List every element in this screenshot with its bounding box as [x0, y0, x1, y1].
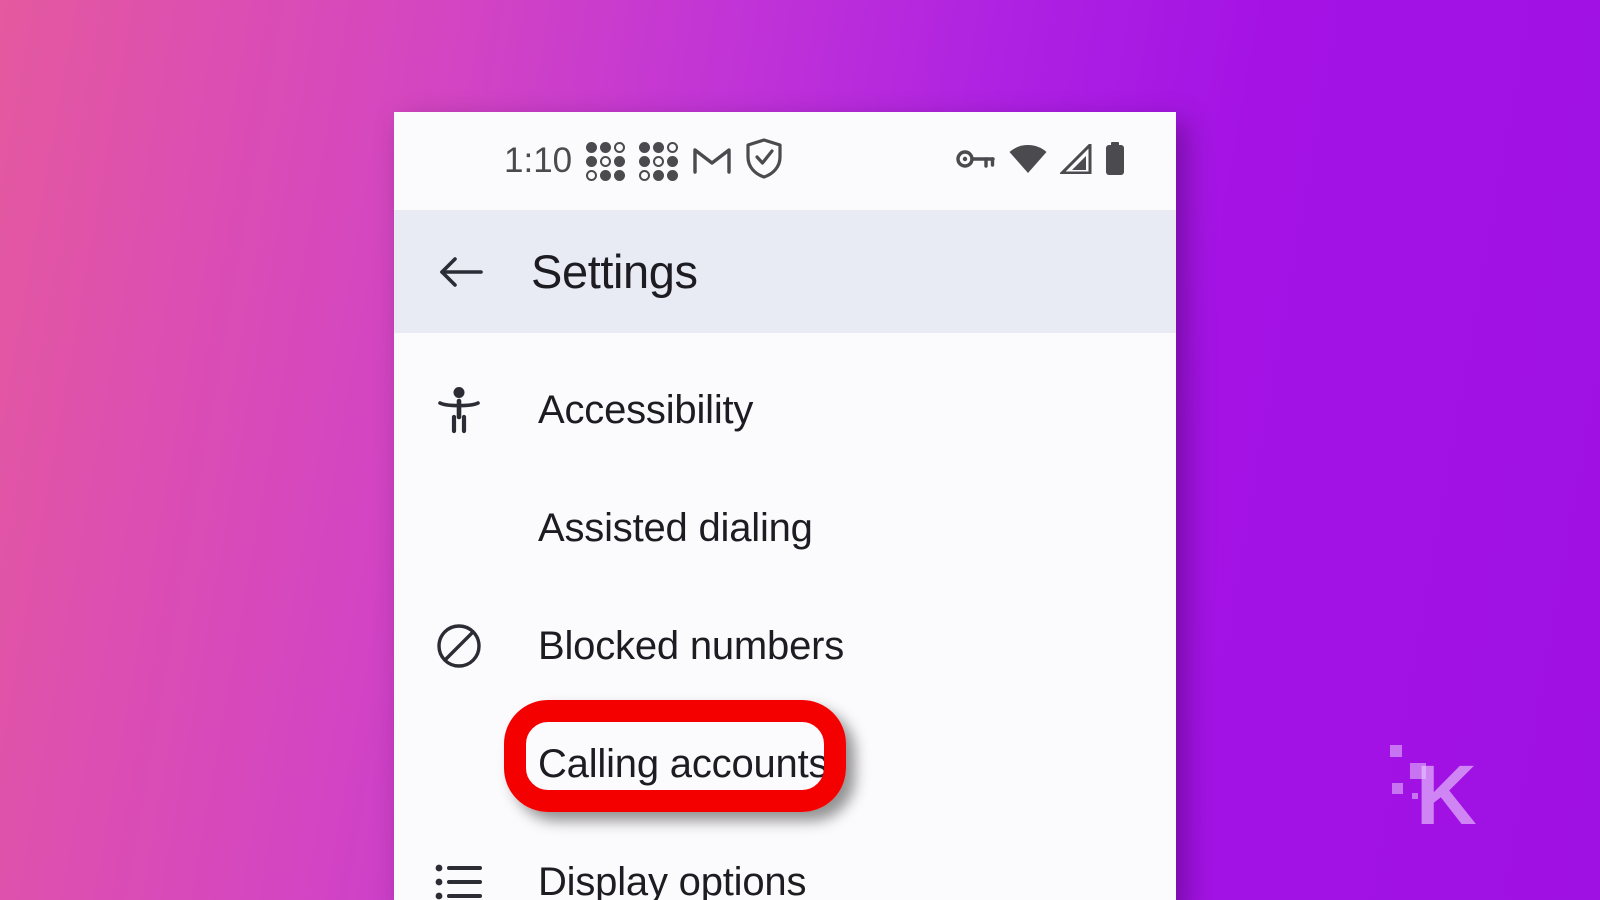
status-bar: 1:10 — [394, 112, 1176, 210]
dots-grid-notification-icon — [639, 141, 679, 181]
shield-check-icon — [746, 138, 782, 184]
settings-item-accessibility[interactable]: Accessibility — [394, 351, 1176, 469]
settings-item-label: Accessibility — [538, 387, 754, 432]
status-bar-right-group — [956, 112, 1126, 210]
app-bar: Settings — [394, 210, 1176, 333]
settings-item-calling-accounts[interactable]: Calling accounts — [394, 705, 1176, 823]
phone-screenshot: 1:10 Settings Accessibility Assisted dia… — [394, 112, 1176, 900]
settings-item-label: Display options — [538, 859, 807, 900]
screenshot-stage: K 1:10 Settings Accessibility Assisted d… — [0, 0, 1600, 900]
watermark-pixel-icon — [1392, 783, 1403, 794]
settings-item-label: Calling accounts — [538, 741, 829, 786]
cellular-signal-icon — [1058, 140, 1092, 179]
settings-item-display-options[interactable]: Display options — [394, 823, 1176, 900]
back-arrow-icon — [440, 256, 483, 287]
settings-item-blocked-numbers[interactable]: Blocked numbers — [394, 587, 1176, 705]
gmail-icon — [692, 142, 732, 180]
vpn-key-icon — [956, 147, 996, 176]
watermark-pixel-icon — [1390, 745, 1402, 757]
accessibility-icon — [428, 386, 490, 434]
kn-watermark-logo: K — [1378, 735, 1498, 845]
block-icon — [428, 622, 490, 670]
watermark-pixel-icon — [1410, 763, 1426, 779]
status-clock: 1:10 — [504, 141, 573, 180]
settings-item-label: Assisted dialing — [538, 505, 813, 550]
battery-icon — [1104, 141, 1126, 181]
page-title: Settings — [531, 245, 698, 298]
back-button[interactable] — [422, 233, 500, 311]
wifi-icon — [1008, 144, 1048, 179]
watermark-letter: K — [1416, 748, 1477, 842]
dots-grid-notification-icon — [586, 141, 626, 181]
settings-item-assisted-dialing[interactable]: Assisted dialing — [394, 469, 1176, 587]
list-icon — [428, 862, 490, 900]
settings-list: Accessibility Assisted dialing Blocked n… — [394, 333, 1176, 900]
settings-item-label: Blocked numbers — [538, 623, 845, 668]
status-bar-left-group: 1:10 — [504, 112, 782, 210]
watermark-pixel-icon — [1412, 793, 1418, 799]
